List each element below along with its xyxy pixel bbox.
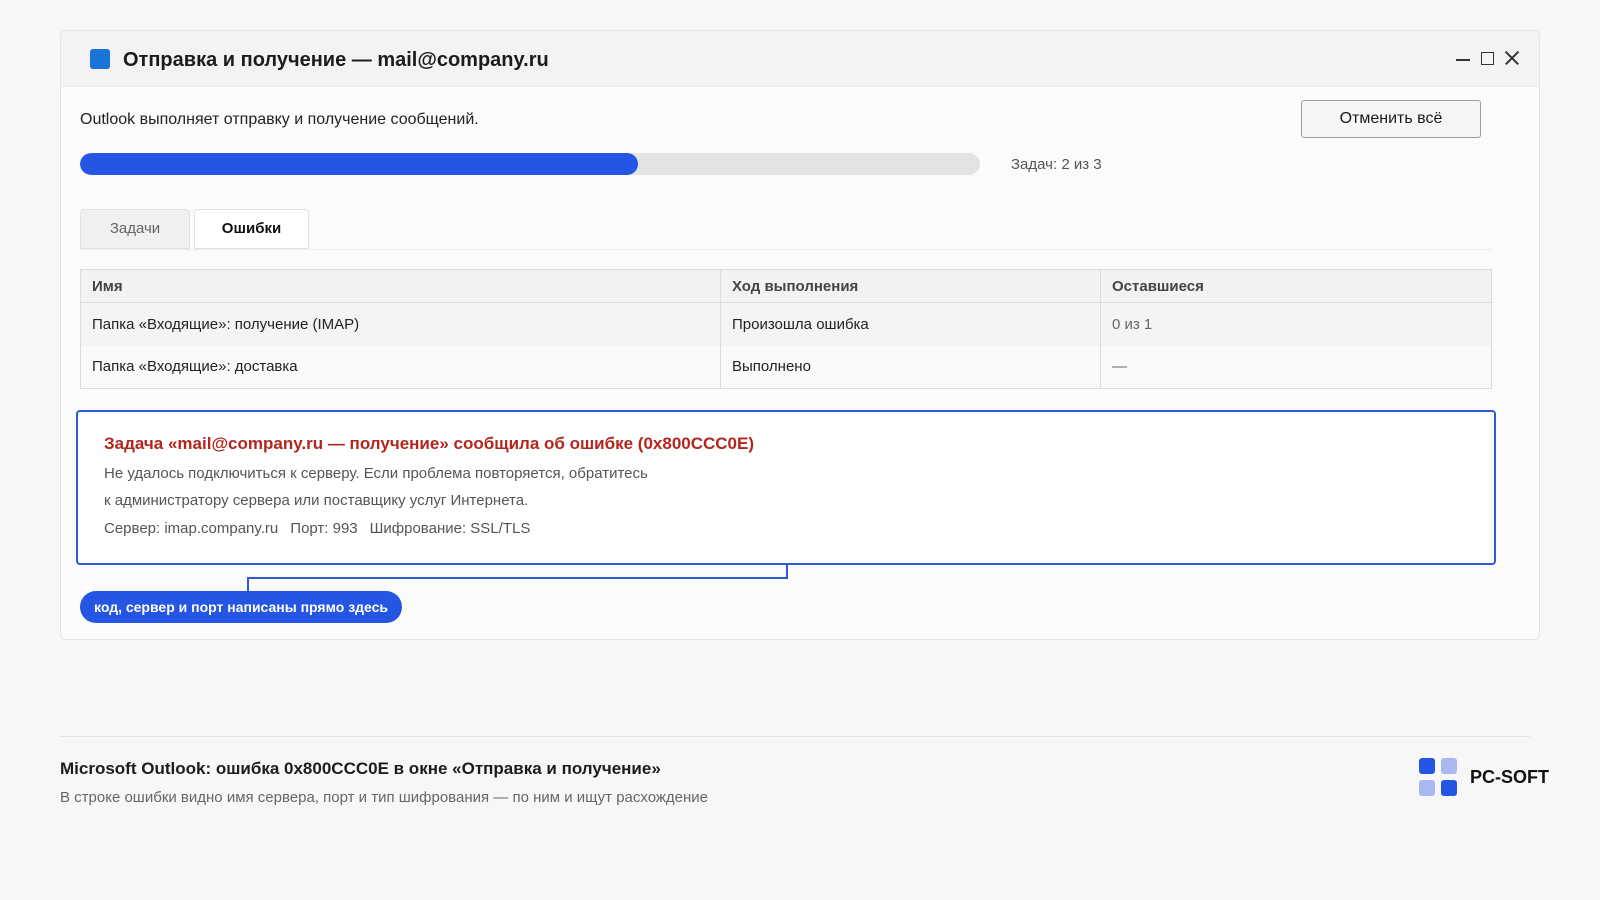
error-title: Задача «mail@company.ru — получение» соо… (104, 434, 755, 453)
error-port: Порт: 993 (290, 520, 358, 537)
close-icon[interactable] (1503, 49, 1519, 67)
progress-bar-fill (80, 153, 638, 175)
table-row[interactable]: Папка «Входящие»: получение (IMAP) Произ… (80, 302, 1492, 346)
error-server: Сервер: imap.company.ru (104, 520, 279, 537)
footer-subtitle: В строке ошибки видно имя сервера, порт … (60, 789, 709, 806)
error-message-line-1: Не удалось подключиться к серверу. Если … (104, 465, 648, 482)
cancel-all-button[interactable]: Отменить всё (1301, 100, 1481, 138)
callout-label: код, сервер и порт написаны прямо здесь (80, 591, 403, 623)
send-receive-window: Отправка и получение — mail@company.ru O… (60, 30, 1540, 640)
tab-errors[interactable]: Ошибки (194, 209, 309, 249)
tab-tasks[interactable]: Задачи (80, 209, 190, 249)
title-bar: Отправка и получение — mail@company.ru (61, 31, 1539, 87)
minimize-icon[interactable] (1455, 49, 1471, 67)
progress-bar (80, 153, 980, 175)
column-header-progress[interactable]: Ход выполнения (720, 269, 1101, 303)
window-title: Отправка и получение — mail@company.ru (123, 49, 549, 71)
cell-remaining: 0 из 1 (1100, 302, 1492, 346)
error-message-line-2: к администратору сервера или поставщику … (104, 492, 529, 509)
table-row[interactable]: Папка «Входящие»: доставка Выполнено — (80, 345, 1492, 389)
error-encryption: Шифрование: SSL/TLS (369, 520, 531, 537)
cell-progress: Выполнено (720, 345, 1101, 389)
footer-divider (60, 736, 1530, 737)
error-details-box: Задача «mail@company.ru — получение» соо… (76, 410, 1496, 565)
error-connection-details: Сервер: imap.company.ru Порт: 993 Шифрован… (104, 520, 530, 537)
cell-progress: Произошла ошибка (720, 302, 1101, 346)
maximize-icon[interactable] (1479, 49, 1495, 67)
tab-strip: Задачи Ошибки (80, 209, 309, 249)
brand-name: PC-SOFT (1470, 767, 1549, 787)
cell-remaining: — (1100, 345, 1492, 389)
callout-connector (247, 577, 788, 579)
tasks-table: Имя Ход выполнения Оставшиеся Папка «Вхо… (80, 269, 1492, 389)
column-header-name[interactable]: Имя (80, 269, 721, 303)
table-header-row: Имя Ход выполнения Оставшиеся (80, 269, 1492, 303)
cell-name: Папка «Входящие»: получение (IMAP) (80, 302, 721, 346)
cell-name: Папка «Входящие»: доставка (80, 345, 721, 389)
callout-connector (247, 577, 249, 591)
column-header-remaining[interactable]: Оставшиеся (1100, 269, 1492, 303)
footer-title: Microsoft Outlook: ошибка 0x800CCC0E в о… (60, 759, 661, 778)
window-controls (1455, 49, 1519, 67)
pc-soft-logo-icon (1419, 758, 1459, 798)
tasks-count: Задач: 2 из 3 (1011, 156, 1102, 173)
tab-divider (80, 249, 1492, 250)
outlook-app-icon (90, 49, 110, 69)
status-text: Outlook выполняет отправку и получение с… (80, 111, 479, 128)
